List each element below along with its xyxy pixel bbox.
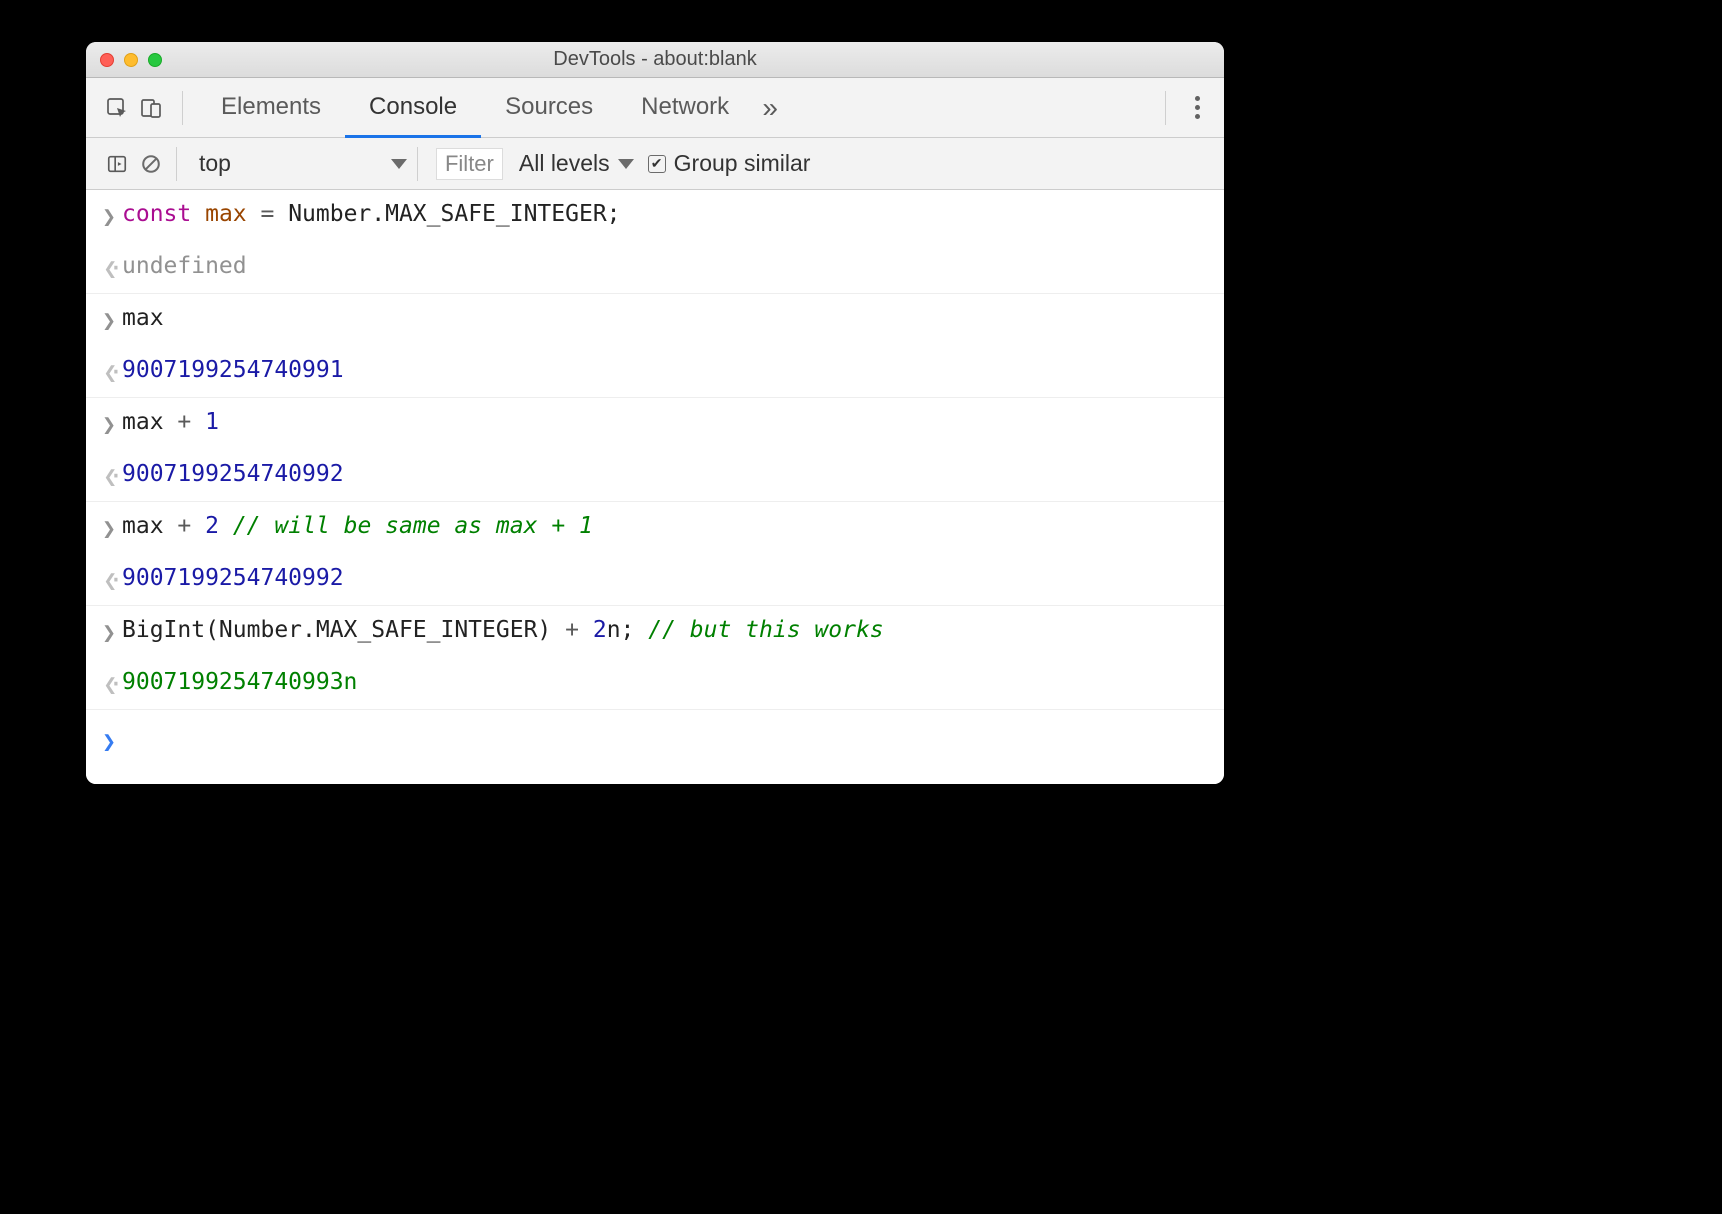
group-similar-label: Group similar (674, 150, 811, 177)
console-output: ❯const max = Number.MAX_SAFE_INTEGER;❮‧u… (86, 190, 1224, 784)
checkbox-icon: ✔ (648, 155, 666, 173)
input-chevron-icon: ❯ (102, 616, 116, 651)
tab-network[interactable]: Network (617, 79, 753, 138)
input-chevron-icon: ❯ (102, 512, 116, 547)
input-chevron-icon: ❯ (102, 200, 116, 235)
line-content: 9007199254740992 (122, 457, 1210, 492)
console-output-line: ❮‧9007199254740993n (86, 658, 1224, 710)
console-input-line: ❯max + 2 // will be same as max + 1 (86, 501, 1224, 554)
devtools-menu-button[interactable] (1180, 96, 1214, 119)
devtools-window: DevTools - about:blank ElementsConsoleSo… (86, 42, 1224, 784)
output-chevron-icon: ❮‧ (103, 252, 114, 287)
console-input-line: ❯const max = Number.MAX_SAFE_INTEGER; (86, 190, 1224, 242)
close-window-button[interactable] (100, 53, 114, 67)
minimize-window-button[interactable] (124, 53, 138, 67)
chevron-down-icon (618, 159, 634, 169)
line-content: BigInt(Number.MAX_SAFE_INTEGER) + 2n; //… (122, 613, 1210, 648)
separator (176, 147, 177, 181)
console-output-line: ❮‧9007199254740992 (86, 554, 1224, 606)
toggle-console-sidebar-icon[interactable] (100, 147, 134, 181)
execution-context-select[interactable]: top (189, 148, 417, 180)
zoom-window-button[interactable] (148, 53, 162, 67)
console-output-line: ❮‧9007199254740992 (86, 450, 1224, 502)
console-input-line: ❯BigInt(Number.MAX_SAFE_INTEGER) + 2n; /… (86, 605, 1224, 658)
console-toolbar: top Filter All levels ✔ Group similar (86, 138, 1224, 190)
window-title: DevTools - about:blank (86, 48, 1224, 71)
line-content: max + 1 (122, 405, 1210, 440)
clear-console-icon[interactable] (134, 147, 168, 181)
output-chevron-icon: ❮‧ (103, 356, 114, 391)
separator (1165, 91, 1166, 125)
traffic-lights (86, 53, 162, 67)
group-similar-checkbox[interactable]: ✔ Group similar (648, 150, 811, 177)
console-prompt[interactable]: ❯ (86, 709, 1224, 784)
tab-elements[interactable]: Elements (197, 79, 345, 138)
device-toolbar-icon[interactable] (134, 91, 168, 125)
panel-tabs: ElementsConsoleSourcesNetwork (197, 78, 753, 137)
tab-console[interactable]: Console (345, 79, 481, 138)
prompt-chevron-icon: ❯ (102, 725, 116, 760)
console-input-line: ❯max + 1 (86, 397, 1224, 450)
console-output-line: ❮‧9007199254740991 (86, 346, 1224, 398)
log-levels-select[interactable]: All levels (519, 150, 634, 177)
tab-sources[interactable]: Sources (481, 79, 617, 138)
more-tabs-button[interactable]: » (753, 91, 787, 125)
output-chevron-icon: ❮‧ (103, 668, 114, 703)
input-chevron-icon: ❯ (102, 304, 116, 339)
line-content: max + 2 // will be same as max + 1 (122, 509, 1210, 544)
separator (417, 147, 418, 181)
console-output-line: ❮‧undefined (86, 242, 1224, 294)
output-chevron-icon: ❮‧ (103, 460, 114, 495)
separator (182, 91, 183, 125)
filter-input[interactable]: Filter (436, 148, 503, 180)
chevron-down-icon (391, 159, 407, 169)
line-content: 9007199254740991 (122, 353, 1210, 388)
levels-label: All levels (519, 150, 610, 177)
line-content: max (122, 301, 1210, 336)
line-content: const max = Number.MAX_SAFE_INTEGER; (122, 197, 1210, 232)
window-titlebar: DevTools - about:blank (86, 42, 1224, 78)
context-label: top (199, 150, 231, 177)
input-chevron-icon: ❯ (102, 408, 116, 443)
inspect-element-icon[interactable] (100, 91, 134, 125)
output-chevron-icon: ❮‧ (103, 564, 114, 599)
console-input-line: ❯max (86, 293, 1224, 346)
line-content: 9007199254740993n (122, 665, 1210, 700)
line-content: 9007199254740992 (122, 561, 1210, 596)
devtools-tabstrip: ElementsConsoleSourcesNetwork » (86, 78, 1224, 138)
line-content: undefined (122, 249, 1210, 284)
